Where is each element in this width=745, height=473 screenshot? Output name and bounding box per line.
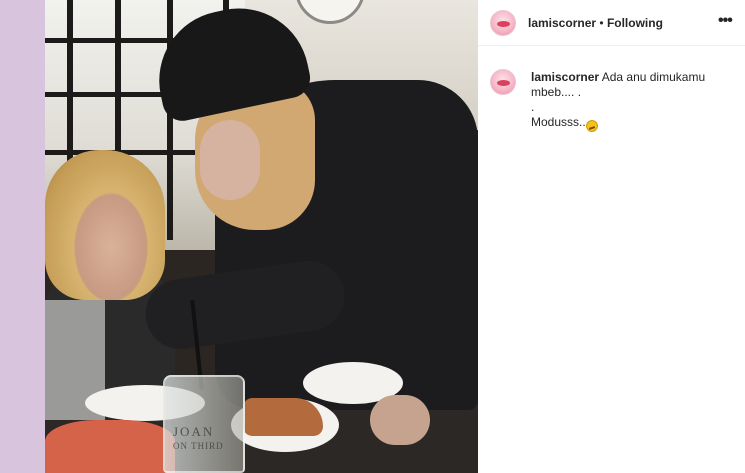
window-frame xyxy=(167,0,173,240)
caption-line4: Modusss.. xyxy=(531,115,586,129)
woman-head xyxy=(45,150,165,300)
grimacing-face-emoji: x xyxy=(585,120,598,132)
caption-line1: Ada anu dimukamu xyxy=(601,70,706,84)
following-button[interactable]: Following xyxy=(607,16,663,30)
avatar[interactable] xyxy=(490,69,516,95)
food-plate xyxy=(45,420,175,473)
caption-text: lamiscorner Ada anu dimukamu mbeb.... . … xyxy=(531,70,736,132)
lips-logo xyxy=(497,21,510,27)
more-horizontal-icon[interactable]: ••• xyxy=(718,13,738,30)
cup-text-line1: JOAN xyxy=(173,424,215,439)
header-user-line: lamiscorner • Following xyxy=(528,16,663,30)
cup-text-line2: ON THIRD xyxy=(173,441,224,451)
hand xyxy=(370,395,430,445)
avatar[interactable] xyxy=(490,10,516,36)
header-separator: • xyxy=(599,16,604,30)
post-side-panel: lamiscorner • Following ••• lamiscorner … xyxy=(478,0,745,473)
pizza-slice xyxy=(243,398,323,436)
page-backdrop xyxy=(0,0,45,473)
caption-line3: . xyxy=(531,100,535,114)
post-video[interactable]: JOAN ON THIRD xyxy=(45,0,478,473)
cup-print: JOAN ON THIRD xyxy=(173,425,243,453)
caption-username[interactable]: lamiscorner xyxy=(531,70,599,84)
post-header: lamiscorner • Following ••• xyxy=(478,0,745,46)
header-username[interactable]: lamiscorner xyxy=(528,16,596,30)
caption-line2: mbeb.... . xyxy=(531,85,582,99)
lips-logo xyxy=(497,80,510,86)
man-face xyxy=(200,120,260,200)
